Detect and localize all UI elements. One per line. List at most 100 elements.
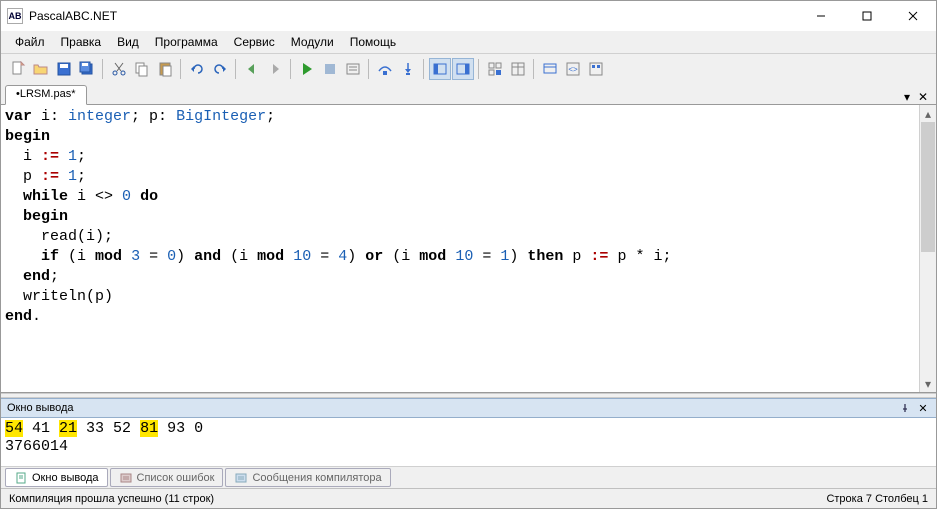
code-token: ; — [50, 268, 59, 285]
code-token: . — [32, 308, 41, 325]
step-over-icon[interactable] — [374, 58, 396, 80]
tab-output[interactable]: Окно вывода — [5, 468, 108, 487]
window-controls — [798, 1, 936, 31]
panel-right-icon[interactable] — [452, 58, 474, 80]
code-token: 1 — [59, 168, 77, 185]
separator — [423, 59, 425, 79]
messages-icon — [234, 471, 248, 485]
scroll-down-icon[interactable]: ▾ — [920, 375, 936, 392]
minimize-button[interactable] — [798, 1, 844, 31]
close-tab-icon[interactable]: ✕ — [916, 90, 930, 104]
copy-icon[interactable] — [131, 58, 153, 80]
redo-icon[interactable] — [209, 58, 231, 80]
code-token: ; — [77, 168, 86, 185]
pin-icon[interactable] — [898, 401, 912, 415]
code-token: ; — [77, 148, 86, 165]
menu-view[interactable]: Вид — [109, 32, 147, 52]
code-token: integer — [68, 108, 131, 125]
panel-left-icon[interactable] — [429, 58, 451, 80]
panel-close-icon[interactable]: ✕ — [916, 401, 930, 415]
navigate-forward-icon[interactable] — [264, 58, 286, 80]
code-token: mod — [257, 248, 284, 265]
properties-icon[interactable] — [507, 58, 529, 80]
svg-text:<>: <> — [568, 65, 578, 74]
document-icon — [14, 471, 28, 485]
output-panel[interactable]: 54 41 21 33 52 81 93 0 3766014 — [1, 418, 936, 466]
output-token: 21 — [59, 420, 77, 437]
designer-icon[interactable] — [539, 58, 561, 80]
vertical-scrollbar[interactable]: ▴ ▾ — [919, 105, 936, 392]
code-token — [446, 248, 455, 265]
code-token: BigInteger — [176, 108, 266, 125]
code-icon[interactable]: <> — [562, 58, 584, 80]
code-token: i <> — [68, 188, 122, 205]
tabstrip-controls: ▾ ✕ — [900, 90, 932, 104]
menu-help[interactable]: Помощь — [342, 32, 404, 52]
navigate-back-icon[interactable] — [241, 58, 263, 80]
code-token: 0 — [122, 188, 131, 205]
menu-program[interactable]: Программа — [147, 32, 226, 52]
cut-icon[interactable] — [108, 58, 130, 80]
code-token: p — [563, 248, 590, 265]
tab-compiler[interactable]: Сообщения компилятора — [225, 468, 390, 487]
class-view-icon[interactable] — [484, 58, 506, 80]
code-token: mod — [419, 248, 446, 265]
scroll-up-icon[interactable]: ▴ — [920, 105, 936, 122]
code-token: end — [23, 268, 50, 285]
output-token: 41 — [23, 420, 59, 437]
tab-active[interactable]: •LRSM.pas* — [5, 85, 87, 105]
code-token: 10 — [293, 248, 311, 265]
code-token: = — [473, 248, 500, 265]
close-button[interactable] — [890, 1, 936, 31]
status-position: Строка 7 Столбец 1 — [826, 493, 928, 505]
code-token: var — [5, 108, 32, 125]
code-token — [131, 188, 140, 205]
separator — [533, 59, 535, 79]
compile-icon[interactable] — [342, 58, 364, 80]
menu-file[interactable]: Файл — [7, 32, 53, 52]
separator — [235, 59, 237, 79]
code-token: while — [23, 188, 68, 205]
code-token: writeln(p) — [23, 288, 113, 305]
maximize-button[interactable] — [844, 1, 890, 31]
save-icon[interactable] — [53, 58, 75, 80]
code-token: ) — [176, 248, 194, 265]
output-panel-title: Окно вывода — [7, 402, 74, 414]
tab-errors[interactable]: Список ошибок — [110, 468, 224, 487]
code-token — [5, 208, 23, 225]
open-file-icon[interactable] — [30, 58, 52, 80]
chevron-down-icon[interactable]: ▾ — [900, 90, 914, 104]
code-token: := — [590, 248, 608, 265]
scroll-thumb[interactable] — [921, 122, 935, 252]
new-file-icon[interactable] — [7, 58, 29, 80]
code-token — [5, 248, 41, 265]
code-token: ; p: — [131, 108, 176, 125]
code-token: then — [527, 248, 563, 265]
separator — [180, 59, 182, 79]
output-token: 3766014 — [5, 438, 932, 456]
output-token: 81 — [140, 420, 158, 437]
output-token: 54 — [5, 420, 23, 437]
paste-icon[interactable] — [154, 58, 176, 80]
menu-edit[interactable]: Правка — [53, 32, 110, 52]
code-editor[interactable]: var i: integer; p: BigInteger; begin i :… — [1, 105, 919, 392]
code-token: read(i); — [41, 228, 113, 245]
undo-icon[interactable] — [186, 58, 208, 80]
save-all-icon[interactable] — [76, 58, 98, 80]
code-token: (i — [59, 248, 95, 265]
code-token: and — [194, 248, 221, 265]
code-token: end — [5, 308, 32, 325]
menu-service[interactable]: Сервис — [226, 32, 283, 52]
app-icon: AB — [7, 8, 23, 24]
code-token: if — [41, 248, 59, 265]
status-message: Компиляция прошла успешно (11 строк) — [9, 493, 214, 505]
code-token: begin — [23, 208, 68, 225]
menu-modules[interactable]: Модули — [283, 32, 342, 52]
layout-icon[interactable] — [585, 58, 607, 80]
step-into-icon[interactable] — [397, 58, 419, 80]
code-token — [5, 288, 23, 305]
stop-icon[interactable] — [319, 58, 341, 80]
separator — [368, 59, 370, 79]
titlebar: AB PascalABC.NET — [1, 1, 936, 31]
run-icon[interactable] — [296, 58, 318, 80]
